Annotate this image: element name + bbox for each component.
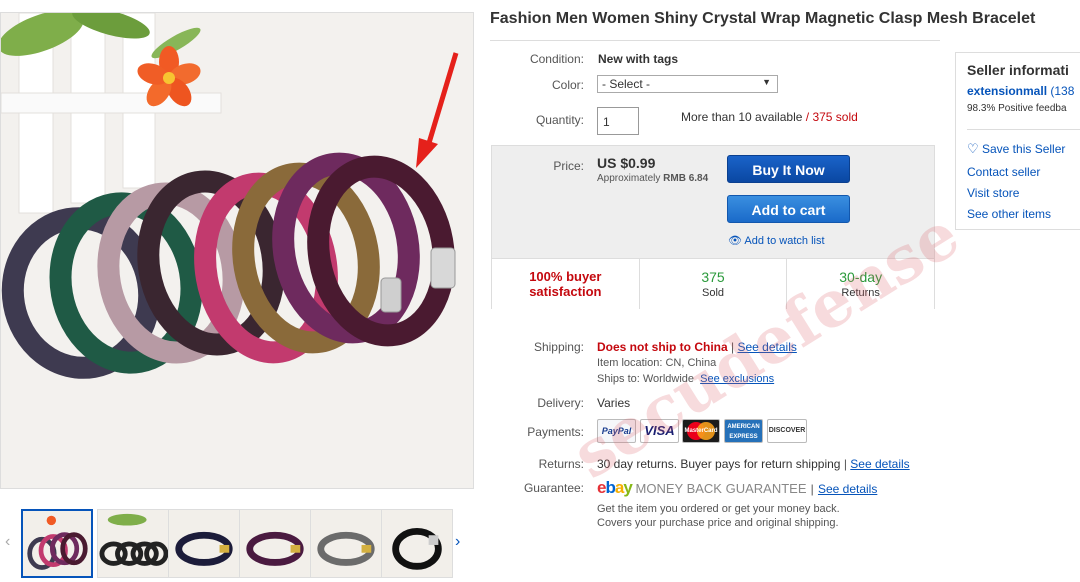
returns-separator: | xyxy=(843,457,847,471)
ebay-logo-b: b xyxy=(605,478,615,497)
seller-info-panel: Seller informati extensionmall (138 98.3… xyxy=(955,52,1080,230)
thumbnail-4[interactable] xyxy=(239,509,311,578)
guarantee-line2: Covers your purchase price and original … xyxy=(597,517,839,529)
delivery-label: Delivery: xyxy=(537,396,584,410)
price-value: US $0.99 xyxy=(597,155,656,171)
thumbnail-1[interactable] xyxy=(21,509,93,578)
shipping-value: Does not ship to China xyxy=(597,340,728,354)
thumbnail-5[interactable] xyxy=(310,509,382,578)
visa-logo: VISA xyxy=(640,419,679,443)
chevron-left-icon[interactable]: ‹ xyxy=(5,533,10,551)
seller-info-title: Seller informati xyxy=(967,62,1069,78)
heart-icon: ♡ xyxy=(967,141,979,156)
ebay-logo: ebay xyxy=(597,478,636,497)
sold-count[interactable]: 375 sold xyxy=(812,110,857,124)
price-label: Price: xyxy=(553,159,584,173)
buy-it-now-button[interactable]: Buy It Now xyxy=(727,155,850,183)
see-other-items-link[interactable]: See other items xyxy=(967,207,1051,221)
quantity-label: Quantity: xyxy=(535,113,584,127)
availability-slash: / xyxy=(805,110,810,124)
seller-feedback-score[interactable]: (138 xyxy=(1050,84,1074,98)
stat-returns-label: Returns xyxy=(841,287,880,299)
stat-sold-value: 375 xyxy=(701,269,725,285)
see-exclusions-link[interactable]: See exclusions xyxy=(700,373,774,385)
discover-logo: DISCOVER xyxy=(767,419,807,443)
price-approx: Approximately RMB 6.84 xyxy=(597,173,708,184)
add-to-cart-button[interactable]: Add to cart xyxy=(727,195,850,223)
mastercard-label: MasterCard xyxy=(684,428,718,434)
availability-text: More than 10 available xyxy=(681,110,803,124)
save-seller-link[interactable]: ♡ Save this Seller xyxy=(967,141,1065,157)
availability: More than 10 available / 375 sold xyxy=(681,110,858,124)
thumbnail-strip: ‹ › xyxy=(0,509,480,582)
mastercard-logo: MasterCard xyxy=(682,419,720,443)
price-approx-value: RMB 6.84 xyxy=(663,173,709,184)
stat-returns-value: 30-day xyxy=(839,269,883,285)
returns-see-details-link[interactable]: See details xyxy=(850,457,909,471)
product-title: Fashion Men Women Shiny Crystal Wrap Mag… xyxy=(490,10,1036,27)
price-stats: 100% buyer satisfaction 375 Sold 30-day … xyxy=(492,258,934,309)
seller-name-row: extensionmall (138 xyxy=(967,84,1074,98)
guarantee-separator: | xyxy=(810,482,814,496)
ebay-logo-y: y xyxy=(623,478,633,497)
save-seller-label: Save this Seller xyxy=(982,142,1066,156)
guarantee-see-details-link[interactable]: See details xyxy=(818,482,877,496)
guarantee-label: Guarantee: xyxy=(523,481,584,495)
shipping-label: Shipping: xyxy=(533,340,584,354)
guarantee-line1: Get the item you ordered or get your mon… xyxy=(597,503,840,515)
item-location-label: Item location: xyxy=(597,357,663,369)
quantity-input[interactable]: 1 xyxy=(597,107,639,135)
stat-sold: 375 Sold xyxy=(640,259,788,309)
seller-positive-feedback: 98.3% Positive feedba xyxy=(967,103,1067,114)
eye-icon: 👁︎ xyxy=(728,235,742,247)
stat-satisfaction-line2: satisfaction xyxy=(529,284,602,299)
add-to-watch-list-label: Add to watch list xyxy=(744,235,825,247)
returns-label: Returns: xyxy=(538,457,584,471)
title-divider xyxy=(490,40,940,41)
color-select[interactable]: - Select - ▼ xyxy=(597,75,778,93)
delivery-value: Varies xyxy=(597,396,631,410)
paypal-logo: PayPal xyxy=(597,419,636,443)
ships-to-row: Ships to: Worldwide See exclusions xyxy=(597,373,774,385)
seller-name-link[interactable]: extensionmall xyxy=(967,84,1047,98)
condition-value: New with tags xyxy=(598,52,679,66)
thumbnail-6[interactable] xyxy=(381,509,453,578)
shipping-row: Does not ship to China | See details xyxy=(597,340,797,354)
main-product-image[interactable] xyxy=(0,12,474,489)
returns-row: 30 day returns. Buyer pays for return sh… xyxy=(597,457,910,471)
shipping-separator: | xyxy=(731,340,735,354)
money-back-guarantee-text: MONEY BACK GUARANTEE xyxy=(635,481,807,496)
stat-sold-label: Sold xyxy=(701,287,725,299)
item-location-row: Item location: CN, China xyxy=(597,357,716,369)
dropdown-arrow-icon: ▼ xyxy=(762,77,771,87)
guarantee-row: ebay MONEY BACK GUARANTEE | See details xyxy=(597,478,877,498)
color-label: Color: xyxy=(551,78,584,92)
payments-label: Payments: xyxy=(527,425,584,439)
thumbnail-2[interactable] xyxy=(97,509,169,578)
color-select-value: - Select - xyxy=(602,77,651,91)
thumbnail-3[interactable] xyxy=(168,509,240,578)
contact-seller-link[interactable]: Contact seller xyxy=(967,165,1040,179)
condition-label: Condition: xyxy=(529,52,584,66)
stat-satisfaction-line1: 100% buyer xyxy=(529,269,602,284)
returns-value: 30 day returns. Buyer pays for return sh… xyxy=(597,457,841,471)
stat-returns: 30-day Returns xyxy=(787,259,934,309)
seller-divider xyxy=(967,129,1080,130)
item-location-value: CN, China xyxy=(665,357,717,369)
price-approx-label: Approximately xyxy=(597,173,661,184)
chevron-right-icon[interactable]: › xyxy=(455,533,460,551)
shipping-see-details-link[interactable]: See details xyxy=(737,340,796,354)
add-to-watch-list-link[interactable]: 👁︎ Add to watch list xyxy=(728,234,825,247)
amex-logo: AMERICAN EXPRESS xyxy=(724,419,763,443)
stat-satisfaction: 100% buyer satisfaction xyxy=(492,259,640,309)
visit-store-link[interactable]: Visit store xyxy=(967,186,1019,200)
ships-to-value: Worldwide xyxy=(642,373,695,385)
ships-to-label: Ships to: xyxy=(597,373,640,385)
